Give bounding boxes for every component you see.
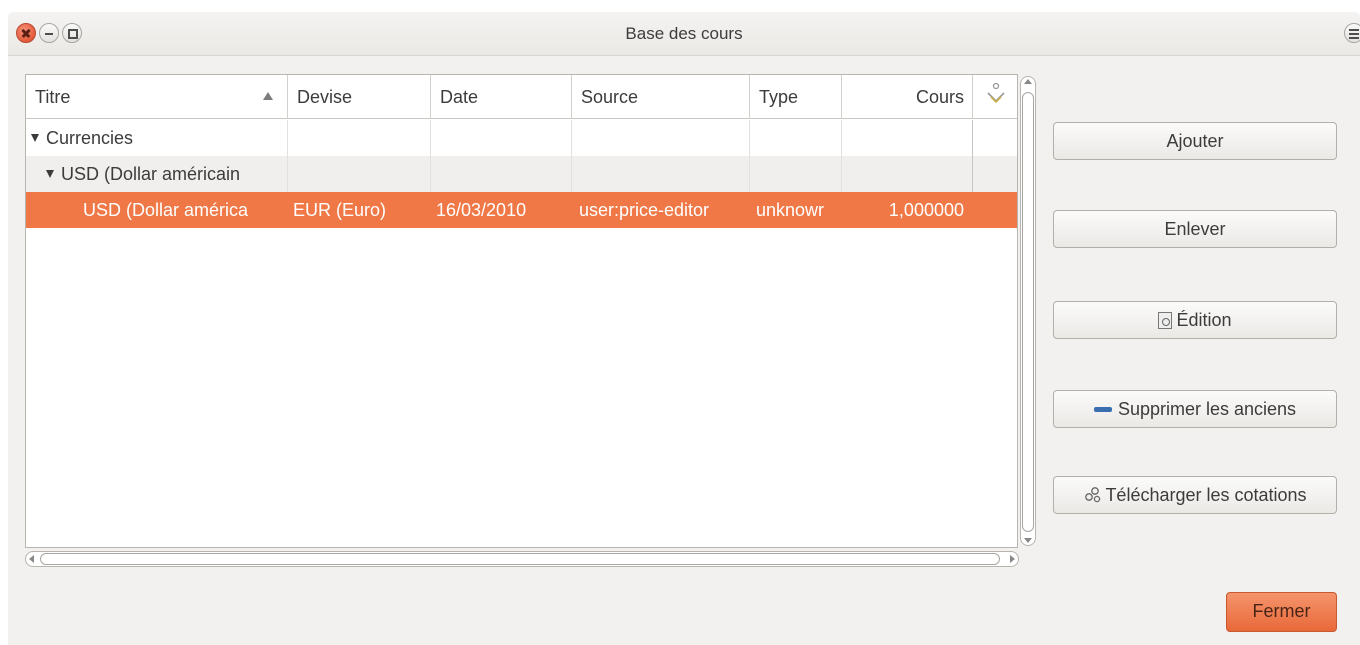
price-database-window: Base des cours Titre Devise Date Source … bbox=[8, 12, 1360, 645]
tree-row-currencies[interactable]: Currencies bbox=[26, 120, 1017, 156]
cell-source bbox=[572, 120, 750, 156]
close-button[interactable]: Fermer bbox=[1226, 592, 1337, 632]
table-header: Titre Devise Date Source Type Cours bbox=[26, 75, 1017, 119]
download-quotes-button-label: Télécharger les cotations bbox=[1105, 485, 1307, 505]
scroll-up-arrow-icon[interactable] bbox=[1024, 79, 1032, 84]
column-chooser-icon bbox=[987, 82, 1005, 104]
cell-titre: Currencies bbox=[26, 120, 288, 156]
column-header-source[interactable]: Source bbox=[572, 75, 750, 119]
cell-source bbox=[572, 156, 750, 192]
horizontal-scrollbar[interactable] bbox=[25, 551, 1019, 567]
tree-row-usd-group[interactable]: USD (Dollar américain bbox=[26, 156, 1017, 192]
document-edit-icon bbox=[1158, 312, 1173, 329]
minus-icon bbox=[1093, 407, 1112, 412]
cell-date bbox=[431, 156, 572, 192]
gears-icon bbox=[1085, 487, 1101, 503]
remove-button[interactable]: Enlever bbox=[1053, 210, 1337, 248]
edit-button-label: Édition bbox=[1176, 310, 1232, 330]
cell-cours bbox=[842, 120, 973, 156]
scroll-right-arrow-icon[interactable] bbox=[1010, 555, 1015, 563]
column-header-source-label: Source bbox=[581, 87, 639, 107]
cell-cours: 1,000000 bbox=[842, 192, 973, 228]
column-header-titre-label: Titre bbox=[35, 87, 71, 107]
column-header-cours-label: Cours bbox=[915, 87, 964, 107]
expander-arrow-icon[interactable] bbox=[31, 134, 39, 142]
cell-titre: USD (Dollar américain bbox=[26, 156, 288, 192]
cell-source: user:price-editor bbox=[572, 192, 750, 228]
scroll-down-arrow-icon[interactable] bbox=[1024, 538, 1032, 543]
cell-cours bbox=[842, 156, 973, 192]
title-bar: Base des cours bbox=[8, 12, 1360, 56]
price-tree-view[interactable]: Titre Devise Date Source Type Cours Curr… bbox=[25, 74, 1018, 548]
column-header-type-label: Type bbox=[759, 87, 799, 107]
vertical-scrollbar-thumb[interactable] bbox=[1022, 92, 1034, 532]
column-header-type[interactable]: Type bbox=[750, 75, 842, 119]
column-header-devise-label: Devise bbox=[297, 87, 353, 107]
cell-type bbox=[750, 120, 842, 156]
scroll-left-arrow-icon[interactable] bbox=[29, 555, 34, 563]
add-button[interactable]: Ajouter bbox=[1053, 122, 1337, 160]
column-header-titre[interactable]: Titre bbox=[26, 75, 288, 119]
window-menu-button[interactable] bbox=[1344, 23, 1360, 43]
tree-row-usd-eur-price[interactable]: USD (Dollar américa EUR (Euro) 16/03/201… bbox=[26, 192, 1017, 228]
row-titre-text: Currencies bbox=[46, 128, 134, 148]
remove-old-button[interactable]: Supprimer les anciens bbox=[1053, 390, 1337, 428]
cell-type: unknowr bbox=[750, 192, 842, 228]
column-header-cours[interactable]: Cours bbox=[842, 75, 973, 119]
column-header-devise[interactable]: Devise bbox=[288, 75, 431, 119]
download-quotes-button[interactable]: Télécharger les cotations bbox=[1053, 476, 1337, 514]
column-header-date-label: Date bbox=[440, 87, 479, 107]
window-title: Base des cours bbox=[625, 24, 743, 43]
expander-arrow-icon[interactable] bbox=[46, 170, 54, 178]
column-header-date[interactable]: Date bbox=[431, 75, 572, 119]
cell-devise bbox=[288, 120, 431, 156]
cell-date bbox=[431, 120, 572, 156]
cell-date: 16/03/2010 bbox=[431, 192, 572, 228]
edit-button[interactable]: Édition bbox=[1053, 301, 1337, 339]
sort-ascending-icon bbox=[263, 92, 273, 100]
cell-devise: EUR (Euro) bbox=[288, 192, 431, 228]
cell-devise bbox=[288, 156, 431, 192]
column-chooser-button[interactable] bbox=[973, 75, 1017, 119]
horizontal-scrollbar-thumb[interactable] bbox=[40, 553, 1000, 565]
vertical-scrollbar[interactable] bbox=[1020, 76, 1036, 546]
remove-old-button-label: Supprimer les anciens bbox=[1117, 399, 1297, 419]
cell-type bbox=[750, 156, 842, 192]
cell-titre: USD (Dollar américa bbox=[26, 192, 288, 228]
row-titre-text: USD (Dollar américain bbox=[61, 164, 241, 184]
